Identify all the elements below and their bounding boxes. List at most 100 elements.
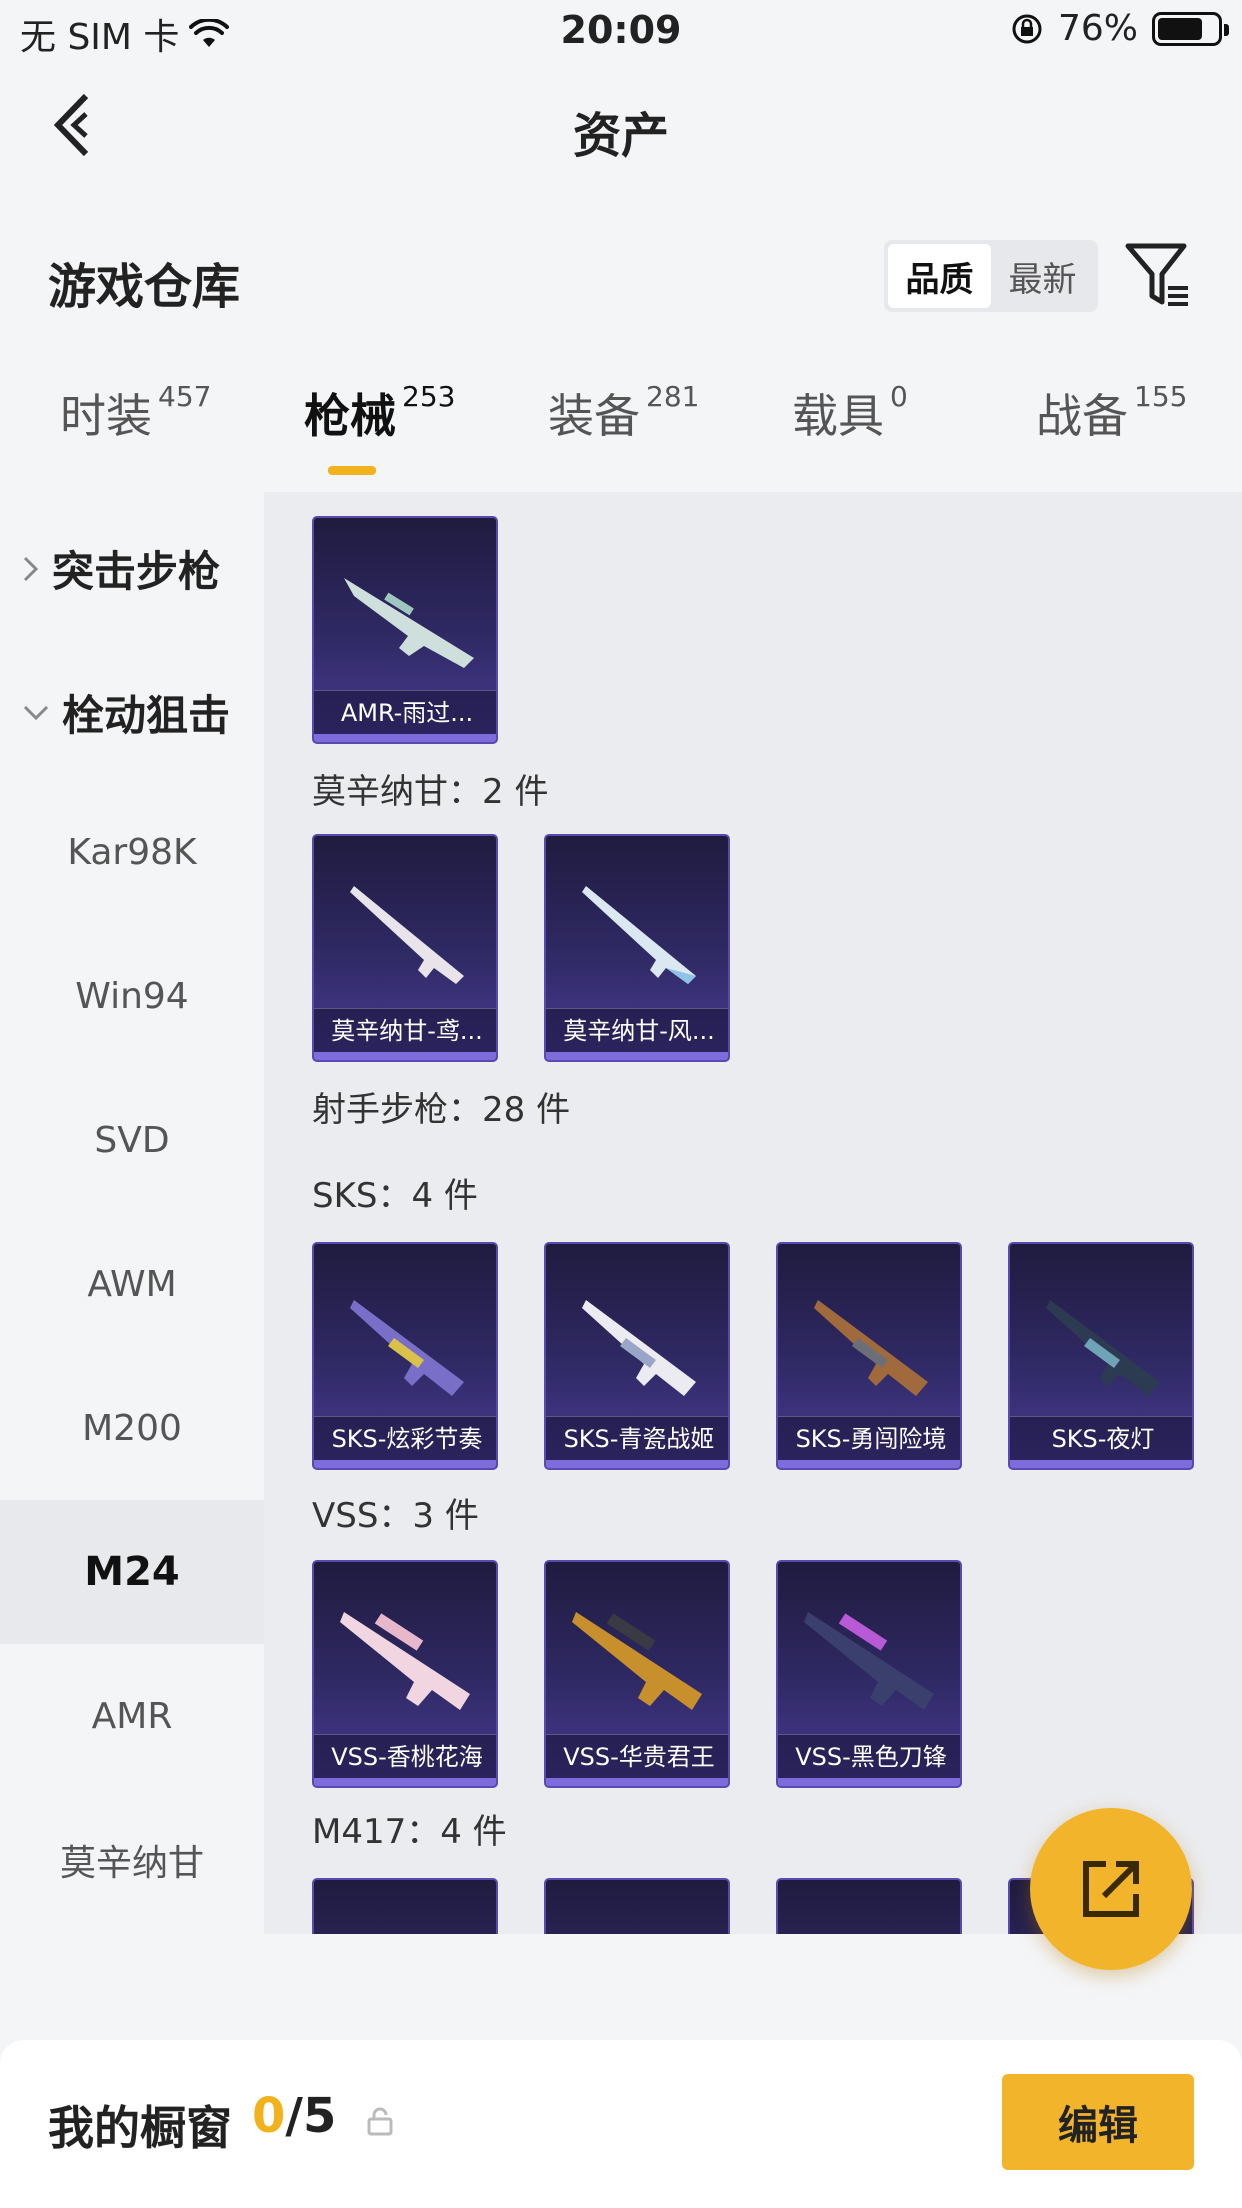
item-name: VSS-华贵君王 <box>546 1734 728 1778</box>
vss-rifle-icon <box>340 1612 470 1710</box>
rarity-bar <box>314 1052 496 1060</box>
rarity-bar <box>1010 1460 1192 1468</box>
rarity-bar <box>778 1460 960 1468</box>
group-label: M417：4 件 <box>312 1812 507 1852</box>
share-button[interactable] <box>1030 1808 1192 1970</box>
item-card[interactable]: SKS-青瓷战姬 <box>544 1242 730 1470</box>
item-name: 莫辛纳甘-风... <box>546 1008 728 1052</box>
item-card[interactable] <box>544 1878 730 1934</box>
item-name: SKS-青瓷战姬 <box>546 1416 728 1460</box>
status-right: 76% <box>1010 8 1229 49</box>
tab-count: 0 <box>890 380 908 413</box>
tab-label: 枪械 <box>304 389 396 443</box>
vss-rifle-icon <box>572 1612 702 1710</box>
group-label: 莫辛纳甘：2 件 <box>312 772 549 812</box>
tab-label: 时装 <box>60 389 152 443</box>
item-name: VSS-黑色刀锋 <box>778 1734 960 1778</box>
item-card[interactable] <box>312 1878 498 1934</box>
tab-equipment[interactable]: 装备 281 <box>548 380 699 446</box>
bolt-rifle-icon <box>582 886 696 984</box>
showcase-bar: 我的橱窗 0/5 编辑 <box>0 2040 1242 2208</box>
sidebar-group-label: 栓动狙击 <box>62 691 231 740</box>
showcase-current: 0 <box>252 2088 286 2144</box>
chevron-right-icon <box>23 556 39 581</box>
group-label: VSS：3 件 <box>312 1496 479 1536</box>
tab-label: 装备 <box>548 389 640 443</box>
rarity-bar <box>546 1460 728 1468</box>
item-card[interactable]: AMR-雨过... <box>312 516 498 744</box>
rarity-bar <box>778 1778 960 1786</box>
active-tab-indicator <box>328 466 376 475</box>
chevron-down-icon <box>23 705 49 720</box>
marksman-rifle-icon <box>582 1300 696 1396</box>
tab-count: 281 <box>646 380 700 413</box>
item-card[interactable]: VSS-黑色刀锋 <box>776 1560 962 1788</box>
filter-button[interactable] <box>1124 240 1194 310</box>
category-tabs: 时装 457 枪械 253 装备 281 载具 0 战备 155 <box>0 380 1242 480</box>
sort-option-newest[interactable]: 最新 <box>991 244 1094 308</box>
rarity-bar <box>546 1052 728 1060</box>
tab-label: 载具 <box>792 389 884 443</box>
sort-option-quality[interactable]: 品质 <box>888 244 991 308</box>
sidebar-item-win94[interactable]: Win94 <box>0 924 264 1068</box>
sidebar-item-amr[interactable]: AMR <box>0 1644 264 1788</box>
group-label: SKS：4 件 <box>312 1176 478 1216</box>
showcase-title: 我的橱窗 <box>48 2101 232 2155</box>
rarity-bar <box>314 1778 496 1786</box>
tab-guns[interactable]: 枪械 253 <box>304 380 455 446</box>
lock-icon <box>367 2107 393 2136</box>
battery-icon <box>1152 11 1229 46</box>
sort-toggle: 品质 最新 <box>884 240 1098 312</box>
share-icon <box>1083 1861 1139 1917</box>
item-grid: AMR-雨过... 莫辛纳甘：2 件 莫辛纳甘-鸢... 莫辛纳甘-风... 射… <box>264 492 1242 1934</box>
page-title: 资产 <box>572 108 669 164</box>
status-bar: 无 SIM 卡 20:09 76% <box>0 0 1242 62</box>
item-name: SKS-炫彩节奏 <box>314 1416 496 1460</box>
sidebar-group-label: 突击步枪 <box>52 547 221 596</box>
item-card[interactable]: VSS-华贵君王 <box>544 1560 730 1788</box>
rarity-bar <box>314 734 496 742</box>
item-name: SKS-勇闯险境 <box>778 1416 960 1460</box>
item-card[interactable]: VSS-香桃花海 <box>312 1560 498 1788</box>
item-name: SKS-夜灯 <box>1010 1416 1192 1460</box>
filter-icon <box>1125 243 1188 306</box>
sidebar-item-mosin[interactable]: 莫辛纳甘 <box>0 1788 264 1932</box>
rarity-bar <box>546 1778 728 1786</box>
showcase-count: 0/5 <box>252 2088 336 2144</box>
tab-supplies[interactable]: 战备 155 <box>1036 380 1187 446</box>
item-card[interactable]: SKS-炫彩节奏 <box>312 1242 498 1470</box>
sniper-rifle-icon <box>344 578 474 668</box>
item-card[interactable]: 莫辛纳甘-鸢... <box>312 834 498 1062</box>
tab-count: 457 <box>158 380 212 413</box>
bolt-rifle-icon <box>350 886 464 984</box>
sidebar-item-m24[interactable]: M24 <box>0 1500 264 1644</box>
item-name: VSS-香桃花海 <box>314 1734 496 1778</box>
section-title: 游戏仓库 <box>48 259 241 315</box>
battery-fill <box>1158 17 1203 40</box>
item-name: AMR-雨过... <box>314 690 496 734</box>
sidebar-item-m200[interactable]: M200 <box>0 1356 264 1500</box>
item-name: 莫辛纳甘-鸢... <box>314 1008 496 1052</box>
item-card[interactable]: SKS-勇闯险境 <box>776 1242 962 1470</box>
tab-count: 155 <box>1134 380 1188 413</box>
rotation-lock-icon <box>1012 14 1042 43</box>
showcase-total: /5 <box>285 2088 337 2144</box>
item-card[interactable]: SKS-夜灯 <box>1008 1242 1194 1470</box>
marksman-rifle-icon <box>350 1300 464 1396</box>
sidebar-item-awm[interactable]: AWM <box>0 1212 264 1356</box>
tab-count: 253 <box>402 380 456 413</box>
tab-fashion[interactable]: 时装 457 <box>60 380 211 446</box>
item-card[interactable] <box>776 1878 962 1934</box>
sidebar-item-kar98k[interactable]: Kar98K <box>0 780 264 924</box>
item-card[interactable]: 莫辛纳甘-风... <box>544 834 730 1062</box>
edit-button[interactable]: 编辑 <box>1002 2074 1194 2170</box>
sidebar: 突击步枪 栓动狙击 Kar98K Win94 SVD AWM M200 M24 … <box>0 492 264 1934</box>
sidebar-group-bolt-sniper[interactable]: 栓动狙击 <box>22 682 230 743</box>
tab-label: 战备 <box>1036 389 1128 443</box>
vss-rifle-icon <box>804 1612 934 1710</box>
sidebar-item-svd[interactable]: SVD <box>0 1068 264 1212</box>
marksman-rifle-icon <box>814 1300 928 1396</box>
sidebar-group-assault-rifle[interactable]: 突击步枪 <box>22 538 220 599</box>
tab-vehicles[interactable]: 载具 0 <box>792 380 908 446</box>
marksman-rifle-icon <box>1046 1300 1160 1396</box>
